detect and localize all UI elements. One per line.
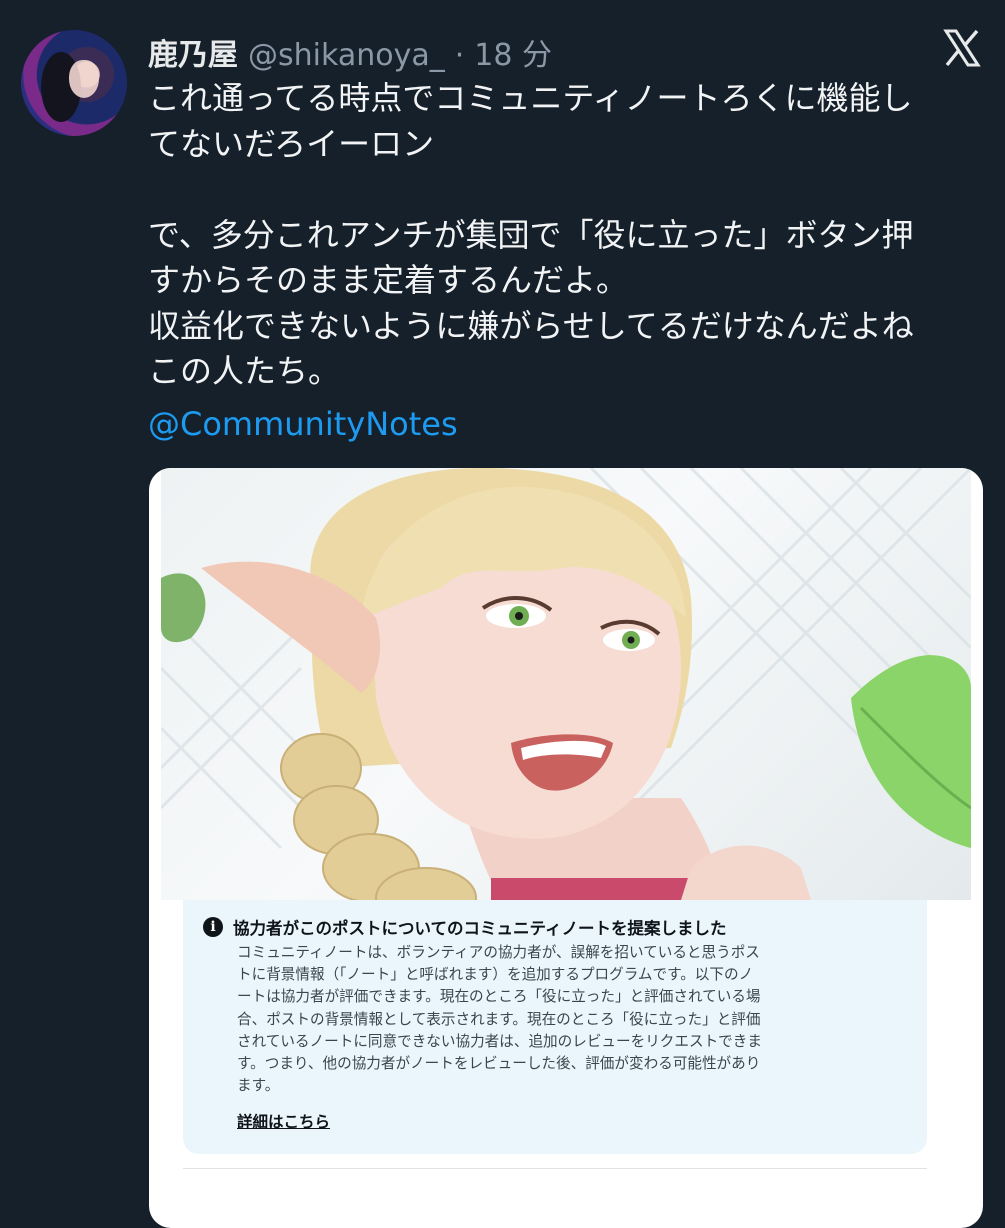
avatar-face [69, 60, 99, 98]
note-line: されているノートに同意できない協力者は、追加のレビューをリクエストできま [237, 1032, 762, 1050]
note-line: ートは協力者が評価できます。現在のところ「役に立った」と評価されている場 [237, 988, 761, 1006]
note-line: コミュニティノートは、ボランティアの協力者が、誤解を招いていると思うポス [237, 944, 760, 961]
learn-more-link[interactable]: 詳細はこちら [237, 1110, 330, 1132]
media-attachment[interactable]: i 協力者がこのポストについてのコミュニティノートを提案しました コミュニティノ… [149, 468, 983, 1228]
x-logo-icon [942, 28, 982, 68]
tweet-header: 鹿乃屋 @shikanoya_ · 18 分 [148, 30, 552, 73]
avatar[interactable] [21, 30, 127, 136]
header-separator: · [454, 38, 465, 73]
mention-link[interactable]: @CommunityNotes [148, 402, 458, 447]
attached-photo[interactable] [161, 468, 971, 900]
note-body: コミュニティノートは、ボランティアの協力者が、誤解を招いていると思うポス トに背… [237, 942, 927, 1097]
note-line: ます。 [237, 1077, 280, 1095]
note-title-text: 協力者がこのポストについてのコミュニティノートを提案しました [233, 919, 727, 938]
display-name[interactable]: 鹿乃屋 [148, 30, 238, 74]
note-line: トに背景情報（「ノート」と呼ばれます）を追加するプログラムです。以下のノ [237, 966, 754, 984]
note-line: す。つまり、他の協力者がノートをレビューした後、評価が変わる可能性があり [237, 1055, 761, 1073]
info-icon: i [203, 917, 223, 937]
note-title: i 協力者がこのポストについてのコミュニティノートを提案しました [203, 914, 727, 940]
tweet-text: これ通ってる時点でコミュニティノートろくに機能し てないだろイーロン で、多分こ… [148, 79, 914, 390]
post-time[interactable]: 18 分 [474, 30, 552, 74]
divider [183, 1168, 927, 1169]
note-line: 合、ポストの背景情報として表示されます。現在のところ「役に立った」と評価 [237, 1010, 761, 1028]
user-handle[interactable]: @shikanoya_ [248, 38, 445, 73]
